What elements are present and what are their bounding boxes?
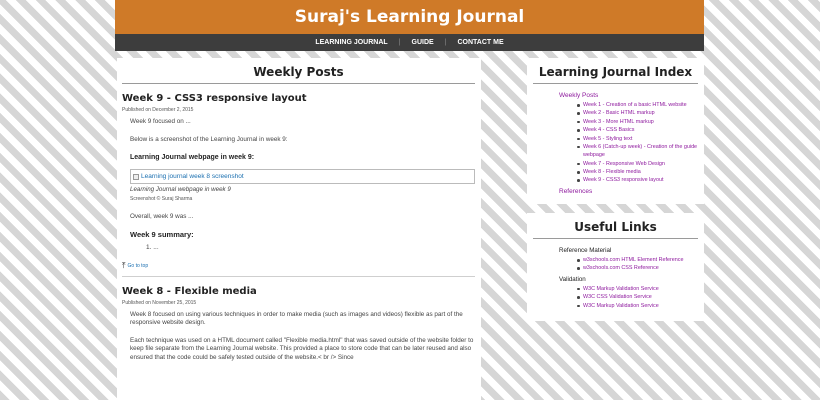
index-week-6-link[interactable]: Week 6 (Catch-up week) - Creation of the… bbox=[577, 143, 698, 160]
post-paragraph: Overall, week 9 was ... bbox=[130, 212, 194, 220]
index-week-8-link[interactable]: Week 8 - Flexible media bbox=[577, 168, 698, 176]
site-header: Suraj's Learning Journal bbox=[115, 0, 704, 34]
index-week-1-link[interactable]: Week 1 - Creation of a basic HTML websit… bbox=[577, 101, 698, 109]
image-credit: Screenshot © Suraj Sharma bbox=[130, 195, 193, 202]
index-week-7-link[interactable]: Week 7 - Responsive Web Design bbox=[577, 160, 698, 168]
section-heading: Weekly Posts bbox=[122, 65, 475, 84]
index-references-link[interactable]: References bbox=[559, 188, 698, 195]
w3c-css-validation-link[interactable]: W3C CSS Validation Service bbox=[577, 293, 698, 301]
reference-links-list: w3schools.com HTML Element Reference w3s… bbox=[559, 256, 698, 273]
image-caption: Learning Journal webpage in week 9 bbox=[130, 186, 231, 194]
index-weeks-list: Week 1 - Creation of a basic HTML websit… bbox=[559, 101, 698, 185]
summary-list-item: 1. ... bbox=[146, 244, 159, 252]
post-paragraph: Below is a screenshot of the Learning Jo… bbox=[130, 135, 288, 143]
w3c-markup-validation-link[interactable]: W3C Markup Validation Service bbox=[577, 302, 698, 310]
index-weekly-posts-link[interactable]: Weekly Posts bbox=[559, 92, 698, 99]
useful-links-list: Reference Material w3schools.com HTML El… bbox=[533, 247, 698, 310]
post-week-8: Week 8 - Flexible media Published on Nov… bbox=[122, 275, 475, 363]
screenshot-image: Learning journal week 8 screenshot bbox=[130, 169, 475, 185]
useful-links-heading: Useful Links bbox=[533, 220, 698, 239]
image-alt-text: Learning journal week 8 screenshot bbox=[141, 172, 244, 180]
validation-links-list: W3C Markup Validation Service W3C CSS Va… bbox=[559, 285, 698, 310]
nav-learning-journal[interactable]: LEARNING JOURNAL bbox=[304, 39, 398, 46]
useful-links-panel: Useful Links Reference Material w3school… bbox=[527, 213, 704, 321]
site-title: Suraj's Learning Journal bbox=[294, 7, 525, 27]
arrow-up-to-line-icon: ⤒ bbox=[122, 260, 126, 270]
post-title: Week 9 - CSS3 responsive layout bbox=[122, 93, 307, 104]
broken-image-icon bbox=[133, 173, 139, 180]
nav-guide[interactable]: GUIDE bbox=[401, 39, 445, 46]
link-category: Validation bbox=[559, 275, 586, 283]
index-list: Weekly Posts Week 1 - Creation of a basi… bbox=[533, 92, 698, 195]
post-date: Published on December 2, 2015 bbox=[122, 107, 194, 113]
index-week-5-link[interactable]: Week 5 - Styling text bbox=[577, 135, 698, 143]
nav-contact-me[interactable]: CONTACT ME bbox=[447, 39, 515, 46]
main-nav: LEARNING JOURNAL | GUIDE | CONTACT ME bbox=[115, 34, 704, 51]
index-heading: Learning Journal Index bbox=[533, 65, 698, 84]
w3c-markup-validation-link[interactable]: W3C Markup Validation Service bbox=[577, 285, 698, 293]
w3schools-html-link[interactable]: w3schools.com HTML Element Reference bbox=[577, 256, 698, 264]
post-body: Week 8 focused on using various techniqu… bbox=[122, 311, 475, 363]
index-week-3-link[interactable]: Week 3 - More HTML markup bbox=[577, 118, 698, 126]
post-date: Published on November 25, 2015 bbox=[122, 299, 197, 306]
go-to-top-link[interactable]: ⤒ Go to top bbox=[122, 261, 475, 271]
post-body: Week 9 focused on ... Below is a screens… bbox=[122, 118, 475, 253]
link-category: Reference Material bbox=[559, 247, 612, 254]
post-paragraph: Week 8 focused on using various techniqu… bbox=[130, 310, 463, 327]
go-to-top-label: Go to top bbox=[127, 262, 149, 269]
post-paragraph: Week 9 focused on ... bbox=[130, 118, 191, 125]
journal-index-panel: Learning Journal Index Weekly Posts Week… bbox=[527, 58, 704, 204]
index-week-2-link[interactable]: Week 2 - Basic HTML markup bbox=[577, 109, 698, 117]
summary-heading: Week 9 summary: bbox=[130, 230, 194, 240]
post-paragraph: Each technique was used on a HTML docume… bbox=[130, 336, 474, 361]
weekly-posts-section: Weekly Posts Week 9 - CSS3 responsive la… bbox=[117, 58, 481, 400]
page-wrapper: Suraj's Learning Journal LEARNING JOURNA… bbox=[115, 0, 704, 400]
index-week-9-link[interactable]: Week 9 - CSS3 responsive layout bbox=[577, 176, 698, 184]
image-label: Learning Journal webpage in week 9: bbox=[130, 154, 255, 161]
post-title: Week 8 - Flexible media bbox=[122, 285, 257, 297]
index-week-4-link[interactable]: Week 4 - CSS Basics bbox=[577, 126, 698, 134]
w3schools-css-link[interactable]: w3schools.com CSS Reference bbox=[577, 264, 698, 272]
post-week-9: Week 9 - CSS3 responsive layout Publishe… bbox=[122, 84, 475, 271]
